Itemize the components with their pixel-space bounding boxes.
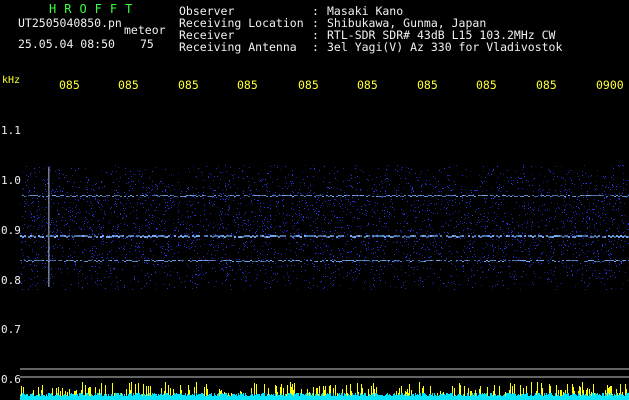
spectrogram-panel — [20, 97, 629, 400]
info-label-antenna: Receiving Antenna — [179, 40, 297, 54]
hrofft-screen: HROFFT UT2505040850.pn meteor 25.05.04 0… — [0, 0, 629, 400]
x-tick-label: 085 — [476, 78, 497, 92]
x-tick-label: 085 — [536, 78, 557, 92]
signal-lines — [20, 195, 629, 262]
y-tick-label: 1.1 — [1, 124, 21, 137]
y-tick-label: 0.6 — [1, 373, 21, 386]
spectrogram-noise — [20, 165, 629, 290]
x-tick-label: 085 — [178, 78, 199, 92]
x-tick-label: 085 — [357, 78, 378, 92]
y-axis-unit: kHz — [2, 75, 21, 86]
hrofft-title: HROFFT — [49, 2, 141, 16]
x-tick-label: 085 — [237, 78, 258, 92]
signal-level-bars — [20, 382, 629, 400]
info-colon: : — [312, 40, 319, 54]
y-tick-label: 0.7 — [1, 323, 21, 336]
x-tick-label: 085 — [59, 78, 80, 92]
meteor-trace — [48, 167, 50, 287]
image-filename: UT2505040850.pn — [18, 16, 122, 30]
datetime-label: 25.05.04 08:50 — [18, 37, 115, 51]
meteor-count: 75 — [140, 37, 154, 51]
x-tick-label: 085 — [118, 78, 139, 92]
x-tick-label: 085 — [417, 78, 438, 92]
spectrogram — [20, 165, 629, 400]
info-value-antenna: 3el Yagi(V) Az 330 for Vladivostok — [327, 40, 563, 54]
y-tick-label: 1.0 — [1, 174, 21, 187]
y-tick-label: 0.9 — [1, 224, 21, 237]
mode-label: meteor — [124, 23, 166, 37]
y-tick-label: 0.8 — [1, 274, 21, 287]
x-tick-label: 085 — [298, 78, 319, 92]
x-tick-label: 0900 — [596, 78, 624, 92]
